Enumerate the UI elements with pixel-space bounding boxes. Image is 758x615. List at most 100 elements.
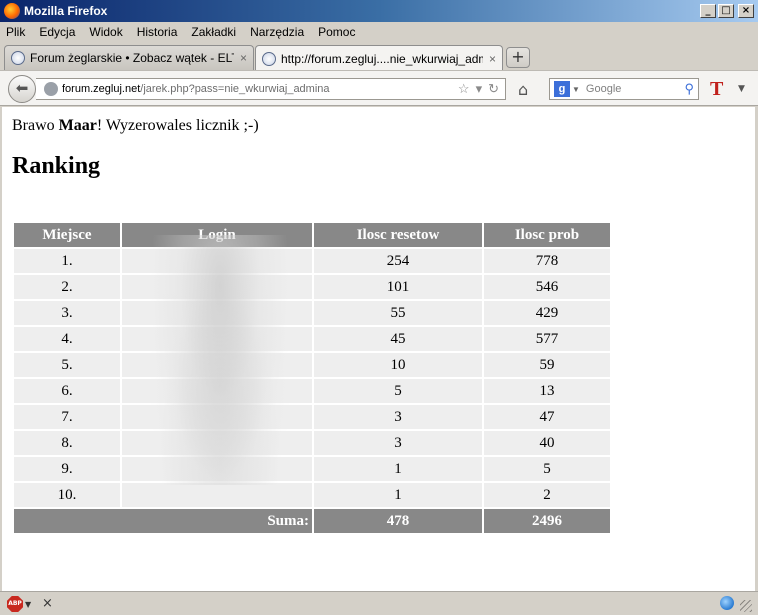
cell-resets: 1 (314, 457, 482, 481)
cell-place: 2. (14, 275, 120, 299)
cell-login (122, 327, 312, 351)
cell-place: 7. (14, 405, 120, 429)
cell-login (122, 353, 312, 377)
cell-login (122, 249, 312, 273)
header-login: Login (122, 223, 312, 247)
adblock-dropdown-icon[interactable]: ▼ (25, 600, 31, 609)
cell-resets: 1 (314, 483, 482, 507)
url-bar[interactable]: forum.zegluj.net /jarek.php?pass=nie_wku… (36, 78, 506, 100)
cell-login (122, 275, 312, 299)
cell-attempts: 47 (484, 405, 610, 429)
cell-login (122, 483, 312, 507)
menu-bar: Plik Edycja Widok Historia Zakładki Narz… (0, 22, 758, 42)
minimize-button[interactable]: _ (700, 4, 716, 18)
cell-resets: 45 (314, 327, 482, 351)
message-prefix: Brawo (12, 117, 59, 134)
cell-attempts: 59 (484, 353, 610, 377)
table-row: 4. 45 577 (14, 327, 610, 351)
cell-attempts: 546 (484, 275, 610, 299)
menu-plik[interactable]: Plik (6, 25, 25, 39)
window-title: Mozilla Firefox (24, 4, 108, 18)
close-tab-icon[interactable]: × (489, 52, 496, 66)
tab-ranking[interactable]: http://forum.zegluj....nie_wkurwiaj_admi… (255, 45, 503, 71)
cell-resets: 10 (314, 353, 482, 377)
header-miejsce: Miejsce (14, 223, 120, 247)
header-resets: Ilosc resetow (314, 223, 482, 247)
cell-attempts: 13 (484, 379, 610, 403)
cell-login (122, 301, 312, 325)
tab-strip: Forum żeglarskie • Zobacz wątek - ELTAN.… (0, 42, 758, 71)
menu-zakladki[interactable]: Zakładki (191, 25, 236, 39)
back-arrow-icon[interactable]: ⬅ (8, 75, 36, 103)
page-content: Brawo Maar! Wyzerowales licznik ;-) Rank… (2, 107, 755, 591)
toolbar-dropdown-icon[interactable]: ▼ (738, 84, 745, 94)
site-favicon-icon (11, 51, 25, 65)
status-globe-icon[interactable] (720, 596, 734, 610)
tab-label: Forum żeglarskie • Zobacz wątek - ELTAN.… (30, 51, 234, 65)
cell-resets: 3 (314, 431, 482, 455)
toolbar-t-icon[interactable]: T (710, 78, 723, 101)
table-header-row: Miejsce Login Ilosc resetow Ilosc prob (14, 223, 610, 247)
table-row: 1. 254 778 (14, 249, 610, 273)
success-message: Brawo Maar! Wyzerowales licznik ;-) (12, 117, 259, 135)
tab-forum[interactable]: Forum żeglarskie • Zobacz wątek - ELTAN.… (4, 45, 254, 70)
resize-grip-icon[interactable] (740, 600, 752, 612)
message-username: Maar (58, 117, 97, 134)
title-bar: Mozilla Firefox _ □ × (0, 0, 758, 22)
message-suffix: ! Wyzerowales licznik ;-) (96, 117, 259, 134)
status-bar: ABP ▼ × (0, 591, 758, 615)
bookmark-star-icon[interactable]: ☆ (458, 81, 470, 97)
table-row: 8. 3 40 (14, 431, 610, 455)
table-row: 6. 5 13 (14, 379, 610, 403)
menu-widok[interactable]: Widok (89, 25, 122, 39)
menu-narzedzia[interactable]: Narzędzia (250, 25, 304, 39)
cell-place: 3. (14, 301, 120, 325)
close-tab-icon[interactable]: × (240, 51, 247, 65)
table-row: 5. 10 59 (14, 353, 610, 377)
history-dropdown-icon[interactable]: ▾ (476, 81, 483, 97)
adblock-plus-icon[interactable]: ABP (7, 596, 23, 612)
cell-login (122, 405, 312, 429)
cell-place: 8. (14, 431, 120, 455)
new-tab-button[interactable]: + (506, 47, 530, 68)
menu-historia[interactable]: Historia (137, 25, 178, 39)
cell-login (122, 457, 312, 481)
cell-resets: 254 (314, 249, 482, 273)
google-engine-icon[interactable]: g (554, 81, 570, 97)
engine-dropdown-icon[interactable]: ▼ (572, 85, 580, 94)
magnifier-icon[interactable]: ⚲ (684, 81, 694, 97)
search-input[interactable]: Google (586, 83, 685, 95)
cell-resets: 3 (314, 405, 482, 429)
ranking-table: Miejsce Login Ilosc resetow Ilosc prob 1… (12, 221, 612, 535)
maximize-button[interactable]: □ (718, 4, 734, 18)
table-row: 2. 101 546 (14, 275, 610, 299)
close-addon-bar-icon[interactable]: × (42, 596, 53, 611)
cell-attempts: 40 (484, 431, 610, 455)
cell-place: 5. (14, 353, 120, 377)
sum-label: Suma: (14, 509, 312, 533)
tab-label: http://forum.zegluj....nie_wkurwiaj_admi… (281, 51, 483, 66)
firefox-icon (4, 3, 20, 19)
navigation-bar: ⬅ forum.zegluj.net /jarek.php?pass=nie_w… (0, 70, 758, 106)
cell-place: 10. (14, 483, 120, 507)
cell-attempts: 577 (484, 327, 610, 351)
site-identity-icon[interactable] (44, 82, 58, 96)
reload-icon[interactable]: ↻ (488, 81, 499, 97)
header-attempts: Ilosc prob (484, 223, 610, 247)
cell-resets: 55 (314, 301, 482, 325)
search-bar[interactable]: g ▼ Google ⚲ (549, 78, 699, 100)
menu-edycja[interactable]: Edycja (39, 25, 75, 39)
cell-attempts: 5 (484, 457, 610, 481)
cell-place: 6. (14, 379, 120, 403)
site-favicon-icon (262, 51, 276, 66)
table-row: 10. 1 2 (14, 483, 610, 507)
page-heading: Ranking (12, 153, 101, 179)
cell-attempts: 2 (484, 483, 610, 507)
table-row: 3. 55 429 (14, 301, 610, 325)
cell-place: 4. (14, 327, 120, 351)
cell-resets: 101 (314, 275, 482, 299)
close-window-button[interactable]: × (738, 4, 754, 18)
home-icon[interactable]: ⌂ (518, 80, 528, 99)
cell-attempts: 429 (484, 301, 610, 325)
menu-pomoc[interactable]: Pomoc (318, 25, 355, 39)
